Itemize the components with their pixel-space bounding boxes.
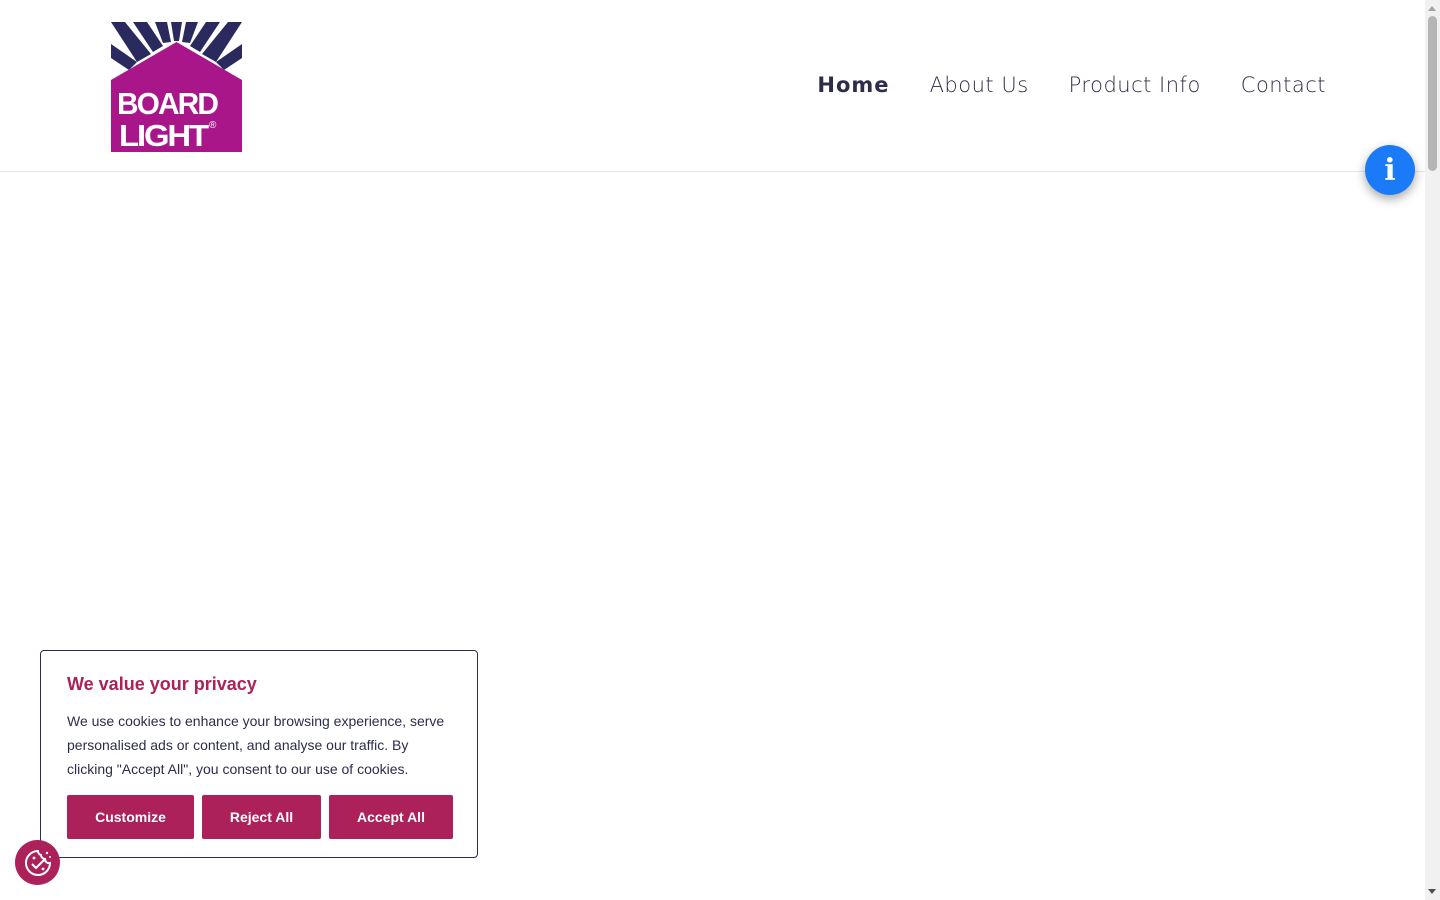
site-header: BOARD LIGHT ® Home About Us Product Info… — [0, 0, 1425, 172]
cookie-banner-title: We value your privacy — [67, 674, 257, 694]
scroll-up-arrow-icon[interactable] — [1428, 6, 1436, 11]
page: BOARD LIGHT ® Home About Us Product Info… — [0, 0, 1440, 900]
cookie-banner-text: We use cookies to enhance your browsing … — [67, 713, 445, 777]
logo-text-board: BOARD — [117, 86, 219, 121]
scroll-thumb[interactable] — [1428, 16, 1437, 171]
cookie-settings-button[interactable] — [15, 840, 60, 885]
info-button[interactable]: i — [1365, 145, 1415, 195]
main-nav: Home About Us Product Info Contact — [817, 66, 1326, 104]
nav-product-info[interactable]: Product Info — [1069, 66, 1201, 104]
accept-all-button[interactable]: Accept All — [329, 795, 453, 839]
logo-registered-mark: ® — [209, 120, 217, 131]
cookie-settings-icon — [24, 849, 51, 876]
logo-text-light: LIGHT — [119, 118, 209, 152]
cookie-button-group: Customize Reject All Accept All — [67, 795, 453, 839]
customize-button[interactable]: Customize — [67, 795, 194, 839]
nav-contact[interactable]: Contact — [1241, 66, 1326, 104]
vertical-scrollbar[interactable] — [1425, 0, 1440, 900]
boardlight-logo[interactable]: BOARD LIGHT ® — [111, 22, 242, 152]
nav-about-us[interactable]: About Us — [930, 66, 1029, 104]
cookie-consent-banner: We value your privacy We use cookies to … — [40, 650, 478, 858]
nav-home[interactable]: Home — [817, 66, 889, 104]
info-icon: i — [1384, 152, 1396, 188]
reject-all-button[interactable]: Reject All — [202, 795, 321, 839]
scroll-down-arrow-icon[interactable] — [1428, 889, 1436, 894]
